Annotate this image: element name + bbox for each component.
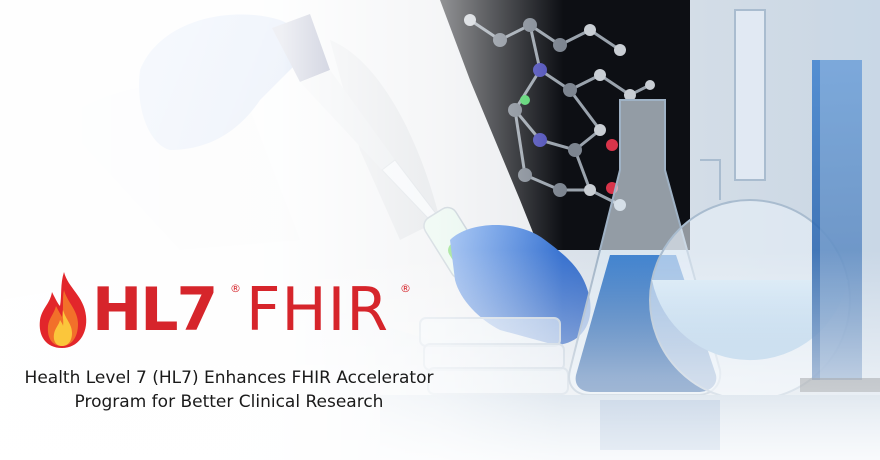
logo-fhir-text: FHIR <box>246 275 390 345</box>
flame-icon <box>39 272 87 348</box>
headline-line-1: Health Level 7 (HL7) Enhances FHIR Accel… <box>24 368 434 388</box>
registered-mark: ® <box>400 282 411 295</box>
headline-line-2: Program for Better Clinical Research <box>74 392 384 412</box>
logo-hl7-text: HL7 <box>92 275 218 345</box>
headline: Health Level 7 (HL7) Enhances FHIR Accel… <box>14 366 444 414</box>
banner: HL7 ® FHIR ® Health Level 7 (HL7) Enhanc… <box>0 0 880 460</box>
hl7-fhir-logo: HL7 ® FHIR ® <box>34 268 414 352</box>
registered-mark: ® <box>230 282 241 295</box>
